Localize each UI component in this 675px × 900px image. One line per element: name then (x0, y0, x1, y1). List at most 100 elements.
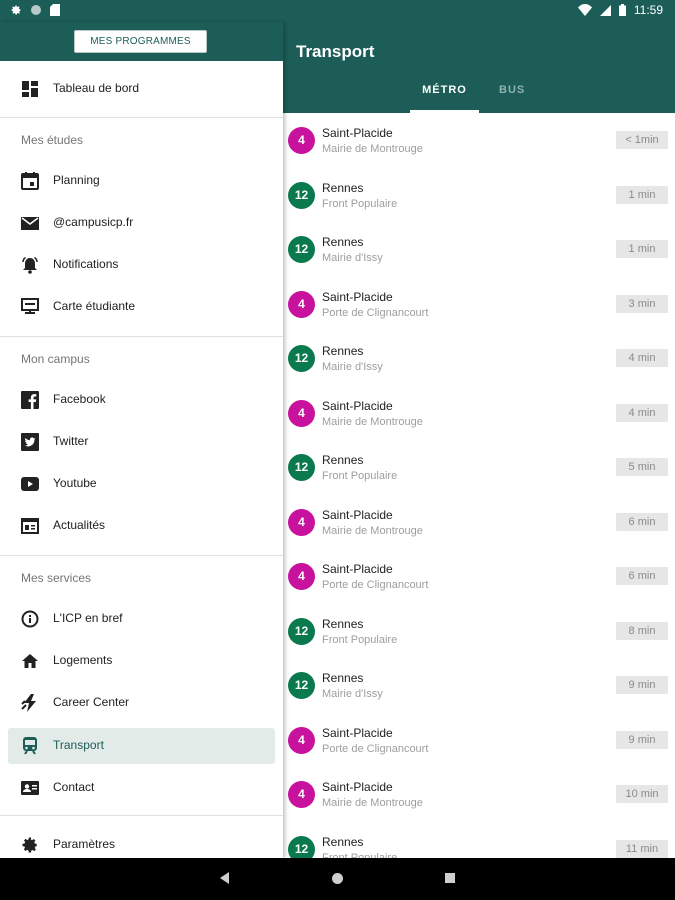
departures-list[interactable]: 4 Saint-Placide Mairie de Montrouge < 1min 1… (283, 113, 675, 858)
time-badge: < 1min (616, 131, 668, 149)
career-icon (21, 694, 36, 712)
back-button[interactable] (220, 872, 229, 884)
drawer-item-notifications[interactable]: Notifications (0, 244, 283, 286)
drawer-item-youtube[interactable]: Youtube (0, 463, 283, 505)
drawer-item-label: Planning (53, 173, 100, 187)
section-header-services: Mes services (21, 571, 92, 585)
status-bar: 11:59 (0, 0, 675, 22)
departure-row[interactable]: 4 Saint-Placide Mairie de Montrouge 4 min (283, 386, 675, 441)
home-button[interactable] (332, 873, 343, 884)
news-icon (21, 518, 39, 534)
drawer-header: MES PROGRAMMES (0, 22, 283, 61)
drawer-item-label: Facebook (53, 392, 106, 406)
drawer-item-email[interactable]: @campusicp.fr (0, 202, 283, 244)
departure-row[interactable]: 12 Rennes Front Populaire 5 min (283, 440, 675, 495)
app-bar: Transport MÉTRO BUS (283, 22, 675, 113)
drawer-item-facebook[interactable]: Facebook (0, 379, 283, 421)
metro-line-badge: 4 (288, 508, 315, 536)
direction-name: Mairie de Montrouge (322, 797, 423, 809)
time-badge: 1 min (616, 240, 668, 258)
direction-name: Mairie de Montrouge (322, 524, 423, 537)
metro-line-badge: 4 (288, 399, 315, 427)
direction-name: Front Populaire (322, 470, 398, 482)
time-badge: 4 min (616, 403, 668, 422)
drawer-item-student-card[interactable]: Carte étudiante (0, 286, 283, 328)
divider (0, 117, 283, 118)
departure-row[interactable]: 4 Saint-Placide Porte de Clignancourt 6 min (283, 549, 675, 604)
direction-name: Porte de Clignancourt (322, 579, 429, 591)
drawer-item-label: Tableau de bord (53, 81, 140, 95)
metro-line-badge: 4 (288, 726, 315, 754)
departure-row[interactable]: 12 Rennes Mairie d'Issy 1 min (283, 222, 675, 277)
station-name: Saint-Placide (322, 562, 393, 576)
tab-bus[interactable]: BUS (499, 84, 525, 96)
navigation-drawer: MES PROGRAMMES Tableau de bord Mes étude… (0, 22, 283, 858)
home-icon (22, 654, 38, 668)
section-header-etudes: Mes études (21, 133, 84, 147)
drawer-item-label: Notifications (53, 257, 119, 271)
direction-name: Mairie de Montrouge (322, 415, 423, 428)
drawer-item-transport[interactable]: Transport (8, 728, 275, 764)
time-badge: 6 min (616, 567, 668, 585)
station-name: Rennes (322, 235, 364, 249)
time-badge: 8 min (616, 621, 668, 640)
time-badge: 1 min (616, 185, 668, 204)
departure-row[interactable]: 12 Rennes Front Populaire 8 min (283, 604, 675, 659)
departure-row[interactable]: 4 Saint-Placide Porte de Clignancourt 3 min (283, 277, 675, 332)
drawer-item-label: Youtube (53, 476, 97, 490)
drawer-item-contact[interactable]: Contact (0, 767, 283, 809)
drawer-item-label: Contact (53, 780, 95, 794)
metro-line-badge: 12 (288, 454, 315, 481)
departure-row[interactable]: 4 Saint-Placide Mairie de Montrouge 10 min (283, 767, 675, 822)
departure-row[interactable]: 12 Rennes Mairie d'Issy 9 min (283, 658, 675, 713)
direction-name: Mairie d'Issy (322, 361, 383, 373)
recents-button[interactable] (445, 873, 455, 883)
direction-name: Mairie d'Issy (322, 688, 383, 700)
drawer-item-news[interactable]: Actualités (0, 505, 283, 547)
tab-metro[interactable]: MÉTRO (410, 84, 479, 113)
calendar-icon (21, 172, 39, 190)
circle-icon (31, 5, 41, 15)
station-name: Rennes (322, 344, 364, 358)
departure-row[interactable]: 4 Saint-Placide Porte de Clignancourt 9 min (283, 713, 675, 768)
time-badge: 6 min (616, 512, 668, 531)
departure-row[interactable]: 4 Saint-Placide Mairie de Montrouge 6 min (283, 495, 675, 550)
gear-icon (11, 5, 21, 15)
drawer-item-career[interactable]: Career Center (0, 682, 283, 724)
departure-row[interactable]: 12 Rennes Front Populaire 11 min (283, 822, 675, 858)
metro-line-badge: 12 (288, 236, 315, 263)
metro-line-badge: 12 (288, 345, 315, 372)
station-name: Saint-Placide (322, 289, 393, 304)
time-badge: 11 min (616, 839, 668, 858)
drawer-item-housing[interactable]: Logements (0, 640, 283, 682)
bell-ringing-icon (22, 256, 38, 274)
departure-row[interactable]: 12 Rennes Front Populaire 1 min (283, 168, 675, 223)
mail-icon (21, 217, 39, 230)
drawer-item-dashboard[interactable]: Tableau de bord (0, 68, 283, 110)
drawer-item-label: Paramètres (53, 837, 116, 851)
station-name: Saint-Placide (322, 507, 393, 522)
time-badge: 9 min (616, 676, 668, 694)
twitter-icon (21, 433, 39, 451)
direction-name: Porte de Clignancourt (322, 742, 429, 755)
metro-line-badge: 12 (288, 181, 315, 209)
direction-name: Front Populaire (322, 197, 398, 210)
drawer-item-planning[interactable]: Planning (0, 160, 283, 202)
divider (0, 336, 283, 337)
drawer-item-label: Carte étudiante (53, 299, 136, 313)
station-name: Rennes (322, 834, 364, 849)
drawer-item-about[interactable]: L'ICP en bref (0, 598, 283, 640)
programs-button[interactable]: MES PROGRAMMES (74, 30, 207, 53)
drawer-item-twitter[interactable]: Twitter (0, 421, 283, 463)
time-badge: 9 min (616, 730, 668, 749)
departure-row[interactable]: 12 Rennes Mairie d'Issy 4 min (283, 331, 675, 386)
station-name: Saint-Placide (322, 126, 393, 140)
youtube-icon (21, 477, 39, 491)
station-name: Rennes (322, 180, 364, 195)
metro-line-badge: 4 (288, 290, 315, 318)
departure-row[interactable]: 4 Saint-Placide Mairie de Montrouge < 1min (283, 113, 675, 168)
contact-card-icon (21, 781, 39, 795)
drawer-item-label: @campusicp.fr (53, 215, 134, 229)
time-badge: 3 min (616, 294, 668, 313)
drawer-item-settings[interactable]: Paramètres (0, 824, 283, 858)
